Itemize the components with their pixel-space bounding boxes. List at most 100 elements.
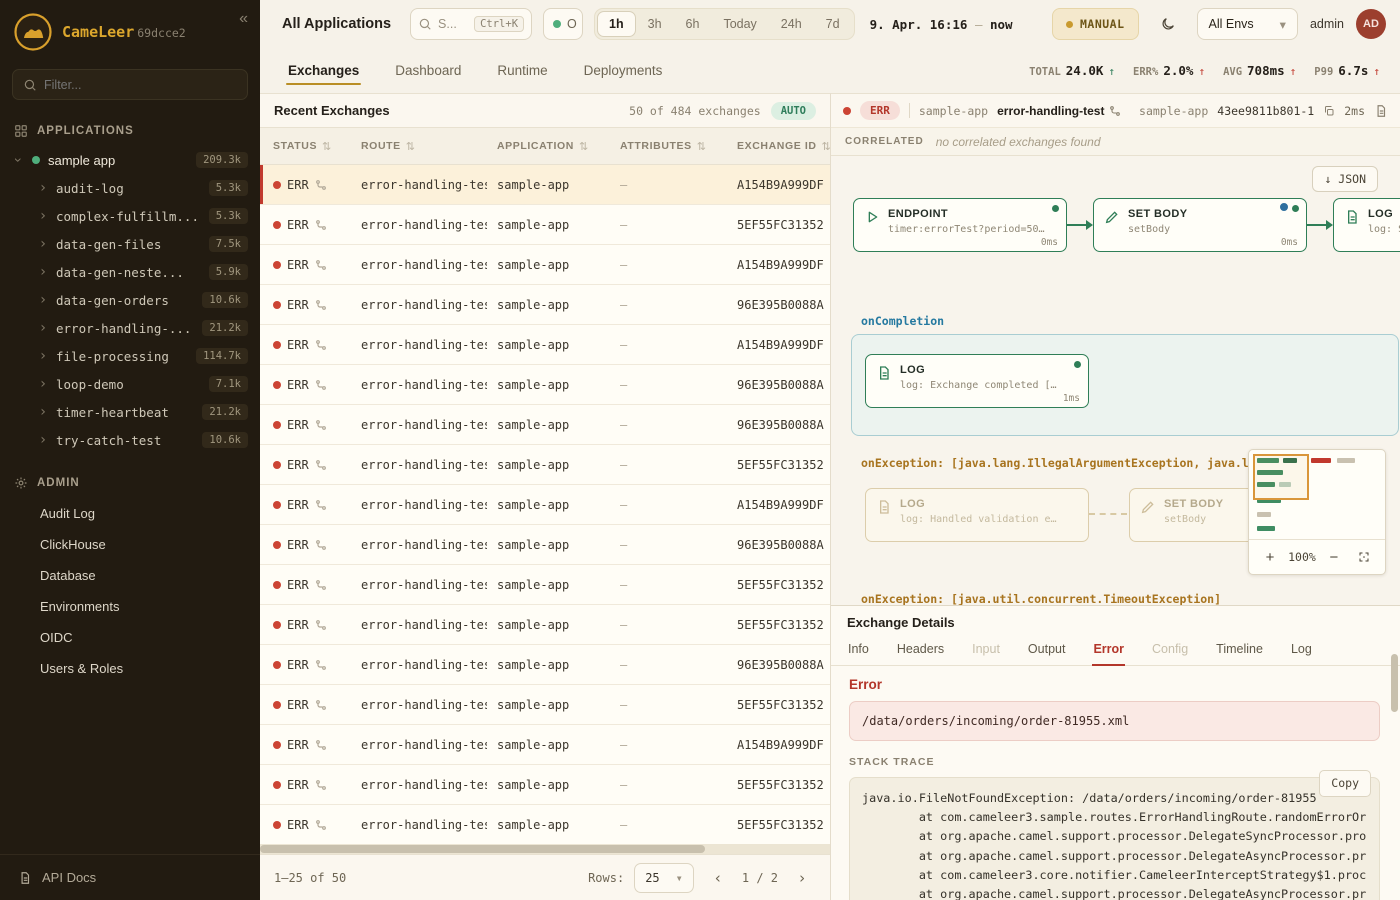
nav-tab[interactable]: Deployments: [582, 50, 665, 91]
exchange-row[interactable]: ERR error-handling-test sample-app — 96E…: [260, 405, 830, 445]
flow-minimap[interactable]: + 100% −: [1248, 449, 1386, 575]
next-page-button[interactable]: ›: [788, 864, 816, 892]
sidebar-route-item[interactable]: › file-processing 114.7k: [0, 342, 260, 370]
nav-tab[interactable]: Exchanges: [286, 50, 361, 91]
zoom-out-button[interactable]: −: [1322, 545, 1346, 569]
exchange-row[interactable]: ERR error-handling-test sample-app — 96E…: [260, 365, 830, 405]
details-tab[interactable]: Log: [1290, 635, 1313, 665]
route-item-label: file-processing: [56, 349, 169, 364]
minimap-canvas[interactable]: [1249, 450, 1385, 540]
manual-mode-button[interactable]: MANUAL: [1052, 8, 1139, 40]
download-json-button[interactable]: ↓ JSON: [1312, 166, 1378, 192]
exchange-row[interactable]: ERR error-handling-test sample-app — A15…: [260, 485, 830, 525]
details-tab[interactable]: Timeline: [1215, 635, 1264, 665]
details-tab[interactable]: Headers: [896, 635, 945, 665]
log-document-icon[interactable]: [1374, 104, 1388, 118]
global-search[interactable]: S... Ctrl+K: [410, 8, 532, 40]
nav-tab[interactable]: Dashboard: [393, 50, 463, 91]
live-status-toggle[interactable]: O: [543, 8, 583, 40]
flow-node-log[interactable]: LOG log: Sta...: [1333, 198, 1400, 252]
sidebar-route-item[interactable]: › data-gen-files 7.5k: [0, 230, 260, 258]
exchange-row[interactable]: ERR error-handling-test sample-app — 5EF…: [260, 205, 830, 245]
exchange-row[interactable]: ERR error-handling-test sample-app — 96E…: [260, 285, 830, 325]
time-range-button[interactable]: 3h: [636, 11, 674, 37]
nav-tab[interactable]: Runtime: [495, 50, 549, 91]
divider: [909, 103, 910, 118]
exchange-row[interactable]: ERR error-handling-test sample-app — A15…: [260, 165, 830, 205]
copy-icon[interactable]: [1323, 105, 1335, 117]
exchange-row[interactable]: ERR error-handling-test sample-app — 96E…: [260, 645, 830, 685]
exchange-row[interactable]: ERR error-handling-test sample-app — A15…: [260, 325, 830, 365]
exchange-row[interactable]: ERR error-handling-test sample-app — 96E…: [260, 525, 830, 565]
details-tab[interactable]: Input: [971, 635, 1001, 665]
column-header-status[interactable]: STATUS⇅: [263, 140, 351, 153]
zoom-fit-button[interactable]: [1352, 545, 1376, 569]
auto-refresh-badge[interactable]: AUTO: [771, 102, 816, 120]
time-range-button[interactable]: Today: [711, 11, 768, 37]
column-header-attributes[interactable]: ATTRIBUTES⇅: [610, 140, 727, 153]
copy-button[interactable]: Copy: [1319, 770, 1371, 797]
exchange-row[interactable]: ERR error-handling-test sample-app — A15…: [260, 245, 830, 285]
details-tab[interactable]: Error: [1092, 635, 1125, 665]
zoom-in-button[interactable]: +: [1258, 545, 1282, 569]
sidebar-route-item[interactable]: › data-gen-orders 10.6k: [0, 286, 260, 314]
sidebar-route-item[interactable]: › audit-log 5.3k: [0, 174, 260, 202]
exchange-row[interactable]: ERR error-handling-test sample-app — 5EF…: [260, 565, 830, 605]
sidebar-route-item[interactable]: › timer-heartbeat 21.2k: [0, 398, 260, 426]
avatar[interactable]: AD: [1356, 9, 1386, 39]
sidebar-route-item[interactable]: › loop-demo 7.1k: [0, 370, 260, 398]
rows-per-page-select[interactable]: 25 ▾: [634, 863, 694, 893]
exchange-row[interactable]: ERR error-handling-test sample-app — 5EF…: [260, 685, 830, 725]
sidebar-filter[interactable]: [12, 69, 248, 100]
sidebar-admin-item[interactable]: Audit Log: [0, 498, 260, 529]
details-tab[interactable]: Info: [847, 635, 870, 665]
search-placeholder-text: S...: [438, 17, 457, 31]
dark-mode-toggle[interactable]: [1151, 8, 1185, 40]
sidebar-route-item[interactable]: › data-gen-neste... 5.9k: [0, 258, 260, 286]
scrollbar-thumb[interactable]: [260, 845, 705, 853]
zoom-controls: + 100% −: [1249, 540, 1385, 574]
sidebar-admin-item[interactable]: Environments: [0, 591, 260, 622]
sidebar-app-sample-app[interactable]: › sample app 209.3k: [0, 146, 260, 174]
details-tab[interactable]: Output: [1027, 635, 1067, 665]
column-header-application[interactable]: APPLICATION⇅: [487, 140, 610, 153]
chevron-right-icon: ›: [38, 237, 48, 251]
sidebar-admin-item[interactable]: OIDC: [0, 622, 260, 653]
details-tab[interactable]: Config: [1151, 635, 1189, 665]
exchange-row[interactable]: ERR error-handling-test sample-app — 5EF…: [260, 445, 830, 485]
flow-node-completion-log[interactable]: LOG log: Exchange completed [${exchan...…: [865, 354, 1089, 408]
vertical-scrollbar-thumb[interactable]: [1391, 654, 1398, 712]
api-docs-link[interactable]: API Docs: [0, 854, 260, 900]
column-header-exchange-id[interactable]: EXCHANGE ID⇅: [727, 140, 830, 153]
time-range-button[interactable]: 7d: [814, 11, 852, 37]
exchange-row[interactable]: ERR error-handling-test sample-app — A15…: [260, 725, 830, 765]
sidebar-route-item[interactable]: › error-handling-... 21.2k: [0, 314, 260, 342]
time-range-display[interactable]: 9. Apr. 16:16 — now: [870, 17, 1013, 32]
flow-node-exception-log[interactable]: LOG log: Handled validation error: ${exc…: [865, 488, 1089, 542]
flow-node-endpoint[interactable]: ENDPOINT timer:errorTest?period=5000&del…: [853, 198, 1067, 252]
sidebar-admin-item[interactable]: Users & Roles: [0, 653, 260, 684]
route-branch-icon: [315, 459, 327, 471]
sidebar-route-item[interactable]: › try-catch-test 10.6k: [0, 426, 260, 454]
time-range-button[interactable]: 6h: [674, 11, 712, 37]
exchange-row[interactable]: ERR error-handling-test sample-app — 5EF…: [260, 805, 830, 844]
prev-page-button[interactable]: ‹: [704, 864, 732, 892]
environment-select[interactable]: All Envs ▾: [1197, 8, 1298, 40]
time-range-button[interactable]: 24h: [769, 11, 814, 37]
status-cell: ERR: [263, 778, 351, 792]
exchange-row[interactable]: ERR error-handling-test sample-app — 5EF…: [260, 605, 830, 645]
flow-node-setbody[interactable]: SET BODY setBody 0ms: [1093, 198, 1307, 252]
exchange-row[interactable]: ERR error-handling-test sample-app — 5EF…: [260, 765, 830, 805]
trend-arrow-icon: ↑: [1198, 65, 1205, 78]
minimap-viewport[interactable]: [1253, 454, 1309, 500]
sidebar-filter-input[interactable]: [44, 78, 237, 92]
api-docs-label: API Docs: [42, 870, 96, 885]
sidebar-admin-item[interactable]: Database: [0, 560, 260, 591]
sidebar-route-item[interactable]: › complex-fulfillm... 5.3k: [0, 202, 260, 230]
route-flow-canvas[interactable]: ↓ JSON ENDPOINT timer:errorTest?period=5…: [831, 156, 1400, 605]
time-range-button[interactable]: 1h: [597, 11, 636, 37]
column-header-route[interactable]: ROUTE⇅: [351, 140, 487, 153]
sidebar-admin-item[interactable]: ClickHouse: [0, 529, 260, 560]
sidebar-collapse-button[interactable]: «: [239, 10, 248, 28]
horizontal-scrollbar[interactable]: [260, 844, 830, 854]
